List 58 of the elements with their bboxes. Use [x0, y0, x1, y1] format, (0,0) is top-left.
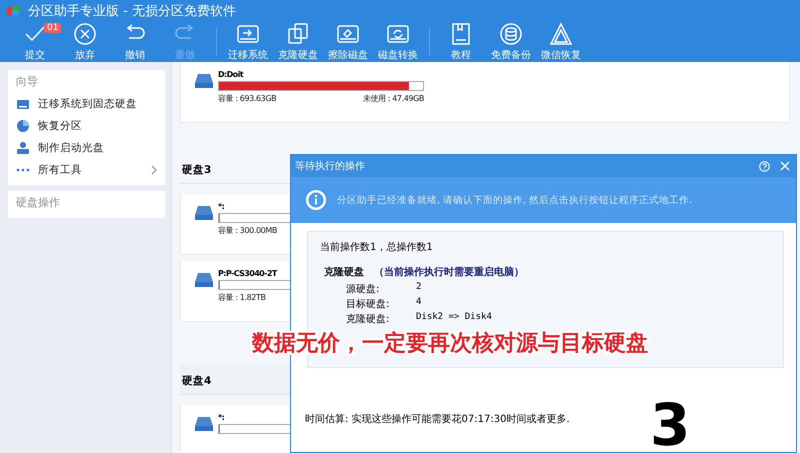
drive-icon	[195, 273, 213, 287]
detail-label: 克隆硬盘:	[346, 312, 390, 326]
toolbar-button[interactable]: 放弃	[60, 22, 110, 62]
toolbar-button[interactable]: 克隆硬盘	[273, 22, 323, 62]
toolbar-button[interactable]: 擦除磁盘	[323, 22, 373, 62]
toolbar-button[interactable]: 微信恢复	[536, 22, 586, 62]
cancel-icon	[73, 22, 97, 46]
close-button[interactable]	[780, 161, 790, 171]
user-drive-icon	[16, 141, 30, 155]
drives-icon	[286, 22, 310, 46]
detail-label: 源硬盘:	[346, 283, 380, 296]
sidebar-item[interactable]: 迁移系统到固态硬盘	[8, 93, 165, 115]
check-icon	[25, 26, 45, 41]
window-title: 分区助手专业版 - 无损分区免费软件	[28, 3, 236, 20]
drive-icon	[195, 417, 213, 431]
app-logo-icon	[6, 5, 22, 17]
dialog-title: 等待执行的操作	[295, 160, 365, 173]
drive-icon	[195, 74, 213, 88]
toolbar-button[interactable]: 磁盘转换	[373, 22, 423, 62]
database-icon	[499, 22, 523, 46]
sidebar-item[interactable]: 所有工具	[8, 159, 165, 181]
chevron-right-icon	[151, 165, 157, 175]
drive-icon	[16, 97, 30, 111]
toolbar-button[interactable]: 提交 01	[10, 22, 60, 62]
triangle-logo-icon	[549, 22, 573, 46]
detail-value: 2	[416, 282, 422, 294]
count-badge: 01	[44, 23, 62, 33]
operation-count: 当前操作数1，总操作数1	[320, 240, 434, 254]
sidebar-item[interactable]: 恢复分区	[8, 115, 165, 137]
partition-name: *:	[218, 202, 224, 211]
detail-label: 目标硬盘:	[346, 298, 390, 311]
close-icon	[780, 161, 790, 171]
toolbar-button[interactable]: 免费备份	[486, 22, 536, 62]
operation-title: 克隆硬盘	[324, 266, 364, 279]
capacity-text: 容量 : 300.00MB	[218, 225, 277, 236]
time-estimate: 时间估算: 实现这些操作可能需要花07:17:30时间或者更多.	[305, 412, 571, 426]
detail-value: 4	[416, 297, 422, 309]
pie-chart-icon	[16, 119, 30, 133]
partition-name: *:	[218, 413, 224, 422]
detail-value: Disk2 => Disk4	[416, 312, 493, 324]
help-button[interactable]	[759, 160, 770, 172]
drive-icon	[195, 206, 213, 220]
restart-note: （当前操作执行时需要重启电脑）	[374, 265, 524, 279]
help-icon	[759, 160, 770, 172]
step-number: 3	[650, 400, 690, 450]
partition-name: P:P-CS3040-2T	[218, 269, 277, 278]
partition-name: D:Doit	[218, 70, 243, 79]
toolbar-button[interactable]: 教程	[436, 22, 486, 62]
section-title: 向导	[15, 74, 39, 90]
free-space-text: 未使用 : 47.49GB	[362, 93, 424, 104]
info-icon	[305, 189, 327, 211]
capacity-text: 容量 : 1.82TB	[218, 292, 266, 303]
capacity-text: 容量 : 693.63GB	[218, 93, 276, 104]
sidebar-item[interactable]: 制作启动光盘	[8, 137, 165, 159]
toolbar-button[interactable]: 撤销	[110, 22, 160, 62]
section-title: 硬盘操作	[15, 195, 61, 211]
info-message: 分区助手已经准备就绪, 请确认下面的操作, 然后点击执行按钮让程序正式地工作.	[337, 194, 692, 206]
toolbar-button[interactable]: 迁移系统	[223, 22, 273, 62]
